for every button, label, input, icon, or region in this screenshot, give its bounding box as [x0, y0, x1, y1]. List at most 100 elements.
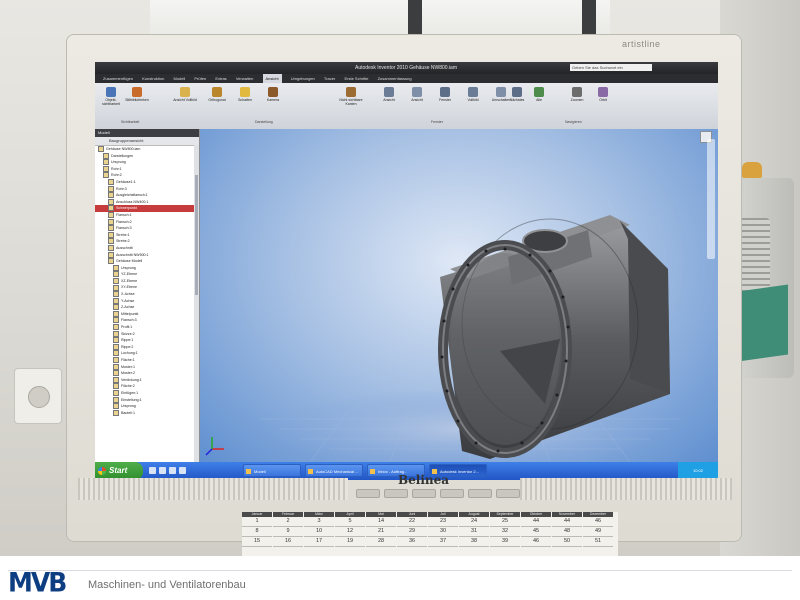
- tree-item[interactable]: Muster:2: [95, 370, 199, 377]
- window-button[interactable]: Fenster: [433, 87, 457, 102]
- tab-umgebungen[interactable]: Umgebungen: [291, 74, 315, 83]
- taskbar-item-label: AutoCAD Mechanical ...: [316, 469, 359, 474]
- view-button[interactable]: Ansicht: [377, 87, 401, 102]
- tree-item[interactable]: Flansch:2: [95, 218, 199, 226]
- tree-item[interactable]: XZ-Ebene: [95, 277, 199, 285]
- taskbar-item-label: Modell: [254, 469, 266, 474]
- tree-item[interactable]: Profil:1: [95, 324, 199, 331]
- tab-extras[interactable]: Extras: [215, 74, 226, 83]
- tree-item[interactable]: Verdickung:1: [95, 376, 199, 384]
- tree-item[interactable]: Einstellung:1: [95, 396, 199, 404]
- tree-item[interactable]: Ausgleichsflansch:1: [95, 192, 199, 199]
- tree-node-icon: [98, 146, 104, 153]
- calendar-day: 14: [366, 517, 396, 527]
- quicklaunch-icon[interactable]: [179, 467, 186, 474]
- scrollbar-thumb[interactable]: [195, 175, 198, 295]
- hidden-edges-button[interactable]: Nicht sichtbare Kanten: [339, 87, 363, 106]
- tree-item[interactable]: Ausschnitt NW500:1: [95, 251, 199, 259]
- tree-item[interactable]: Strebe:2: [95, 238, 199, 245]
- tab-ansicht[interactable]: Ansicht: [262, 74, 282, 83]
- view-button-2[interactable]: Ansicht: [405, 87, 429, 102]
- fullscreen-view-button[interactable]: Ansicht Vollbild: [173, 87, 197, 102]
- tree-item[interactable]: Z-Achse: [95, 304, 199, 311]
- tree-item[interactable]: YZ-Ebene: [95, 271, 199, 278]
- monitor-button[interactable]: [468, 489, 492, 498]
- tree-item[interactable]: Skizze:2: [95, 330, 199, 338]
- tab-konstruktion[interactable]: Konstruktion: [142, 74, 164, 83]
- tab-erste-schritte[interactable]: Erste Schritte: [344, 74, 368, 83]
- tree-item[interactable]: Lochung:1: [95, 350, 199, 357]
- tree-item[interactable]: Fläche:1: [95, 357, 199, 364]
- zoom-button[interactable]: Zoomen: [565, 87, 589, 102]
- monitor-power-button[interactable]: [496, 489, 520, 498]
- taskbar-item-autocad[interactable]: AutoCAD Mechanical ...: [305, 464, 363, 477]
- tab-zusammenfuegen[interactable]: Zusammenfügen: [103, 74, 133, 83]
- tree-item[interactable]: Flansch:3: [95, 317, 199, 324]
- fullscreen-button[interactable]: Vollbild: [461, 87, 485, 102]
- tree-item[interactable]: Darstellungen: [95, 152, 199, 160]
- next-button[interactable]: Nächstes: [505, 87, 529, 102]
- style-library-button[interactable]: Stilbibliotheken: [125, 87, 149, 102]
- tree-item[interactable]: Ursprung: [95, 403, 199, 410]
- group-label-visibility: Sichtbarkeit: [121, 120, 140, 124]
- shadow-button[interactable]: Schatten: [233, 87, 257, 102]
- tree-item[interactable]: Gehäuse Modell: [95, 258, 199, 265]
- tree-item[interactable]: Einfügen:1: [95, 390, 199, 397]
- tree-item[interactable]: Anschluss NW400:1: [95, 198, 199, 206]
- calendar-month: Juni 22 29 36: [397, 512, 427, 556]
- orthographic-button[interactable]: Orthogonal: [205, 87, 229, 102]
- monitor-button[interactable]: [412, 489, 436, 498]
- orbit-button[interactable]: Orbit: [591, 87, 615, 102]
- tree-item[interactable]: Gehäuse NW800.iam: [95, 146, 199, 153]
- object-visibility-button[interactable]: Objekt-sichtbarkeit: [99, 87, 123, 106]
- tree-item[interactable]: Schwerpunkt: [95, 205, 199, 212]
- tab-tracer[interactable]: Tracer: [324, 74, 335, 83]
- tree-item[interactable]: Gehäuse1:1: [95, 179, 199, 186]
- tree-item[interactable]: Rohr:1: [95, 165, 199, 173]
- tree-node-icon: [103, 165, 109, 172]
- tree-item[interactable]: Rohr:3: [95, 185, 199, 193]
- quicklaunch-icon[interactable]: [159, 467, 166, 474]
- tree-item[interactable]: Ursprung: [95, 264, 199, 272]
- all-button[interactable]: Alle: [527, 87, 551, 102]
- 3d-viewport[interactable]: [200, 129, 718, 462]
- browser-scrollbar[interactable]: [194, 145, 199, 462]
- tree-item[interactable]: Ursprung: [95, 159, 199, 166]
- monitor-button[interactable]: [356, 489, 380, 498]
- monitor-button[interactable]: [440, 489, 464, 498]
- tree-item[interactable]: Strebe:1: [95, 231, 199, 239]
- tree-item[interactable]: X-Achse: [95, 291, 199, 298]
- tree-item[interactable]: Flansch:3: [95, 225, 199, 232]
- tab-modell[interactable]: Modell: [174, 74, 186, 83]
- tree-item[interactable]: Ausschnitt: [95, 244, 199, 252]
- tab-verwalten[interactable]: Verwalten: [236, 74, 254, 83]
- tree-item-label: Flansch:3: [116, 226, 132, 231]
- tree-item[interactable]: Mittelpunkt: [95, 310, 199, 318]
- tree-item[interactable]: Y-Achse: [95, 297, 199, 305]
- tree-item[interactable]: Fläche:2: [95, 383, 199, 390]
- tree-item[interactable]: Muster:1: [95, 363, 199, 371]
- tree-item[interactable]: Bauteil:1: [95, 409, 199, 417]
- tree-node-icon: [113, 264, 119, 271]
- tree-item-label: Gehäuse NW800.iam: [106, 147, 141, 151]
- quicklaunch-icon[interactable]: [149, 467, 156, 474]
- tree-item-label: YZ-Ebene: [121, 272, 138, 277]
- quicklaunch-icon[interactable]: [169, 467, 176, 474]
- tree-item[interactable]: Rippe:1: [95, 337, 199, 344]
- tree-item[interactable]: Rohr:2: [95, 172, 199, 179]
- tab-zusammenfassung[interactable]: Zusammenfassung: [378, 74, 412, 83]
- help-search-input[interactable]: Geben Sie das Suchwort ein: [570, 64, 652, 71]
- navigation-bar[interactable]: [707, 139, 715, 259]
- tree-item[interactable]: Rippe:2: [95, 343, 199, 351]
- camera-button[interactable]: Kamera: [261, 87, 285, 102]
- tree-item-label: Ausschnitt NW500:1: [116, 252, 149, 257]
- tree-item[interactable]: Flansch:1: [95, 211, 199, 219]
- tree-node-icon: [103, 152, 109, 159]
- calendar-day: 50: [552, 537, 582, 547]
- browser-toolbar[interactable]: Baugruppenansicht: [95, 137, 199, 146]
- tree-item[interactable]: XY-Ebene: [95, 284, 199, 291]
- tab-pruefen[interactable]: Prüfen: [194, 74, 206, 83]
- monitor-button[interactable]: [384, 489, 408, 498]
- windows-logo-icon: [98, 467, 106, 475]
- taskbar-item-modell[interactable]: Modell: [243, 464, 301, 477]
